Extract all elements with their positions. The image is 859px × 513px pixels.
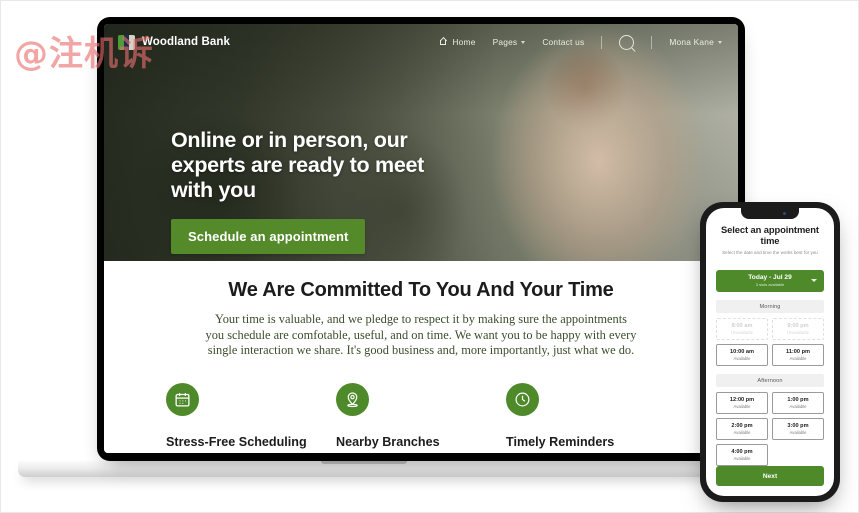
time-slot[interactable]: 2:00 pm Available (716, 418, 768, 441)
time-slot-status: Available (733, 455, 751, 461)
time-slot[interactable]: 10:00 am Available (716, 344, 768, 367)
nav-item-pages[interactable]: Pages (493, 37, 526, 47)
phone-device: Select an appointment time Select the da… (700, 202, 840, 502)
camera-dot-icon (783, 212, 786, 215)
time-slot[interactable]: 8:00 am Unavailable (716, 318, 768, 341)
screenshot-canvas: Woodland Bank Home Pages Contact us Mona… (0, 0, 859, 513)
feature-card: Stress-Free Scheduling Our online schedu… (166, 382, 336, 454)
time-slot-time: 11:00 pm (786, 348, 810, 355)
nav-item-home[interactable]: Home (440, 37, 475, 47)
hero-section: Woodland Bank Home Pages Contact us Mona… (104, 24, 738, 261)
appointment-picker: Select an appointment time Select the da… (706, 208, 834, 496)
date-selector-slots: 3 slots available (755, 282, 785, 287)
time-slot[interactable]: 11:00 pm Available (772, 344, 824, 367)
clock-icon (506, 382, 539, 416)
time-slot-time: 9:00 pm (787, 322, 809, 329)
group-heading-morning: Morning (716, 300, 824, 314)
slot-grid-morning: 8:00 am Unavailable 9:00 pm Unavailable … (716, 318, 824, 367)
picker-title: Select an appointment time (721, 224, 819, 246)
account-name: Mona Kane (669, 37, 714, 47)
phone-notch (741, 208, 799, 219)
laptop-screen: Woodland Bank Home Pages Contact us Mona… (104, 24, 738, 453)
schedule-appointment-button[interactable]: Schedule an appointment (171, 219, 366, 254)
phone-screen: Select an appointment time Select the da… (706, 208, 834, 496)
picker-subtitle: Select the date and time the works best … (722, 250, 818, 255)
nav-links: Home Pages Contact us Mona Kane (440, 34, 722, 50)
feature-title: Timely Reminders (506, 434, 615, 449)
time-slot[interactable]: 1:00 pm Available (772, 392, 824, 415)
group-heading-afternoon: Afternoon (716, 374, 824, 388)
search-icon[interactable] (619, 34, 635, 50)
time-slot-time: 4:00 pm (731, 448, 753, 455)
time-slot[interactable]: 9:00 pm Unavailable (772, 318, 824, 341)
section-title: We Are Committed To You And Your Time (228, 279, 614, 301)
feature-title: Nearby Branches (336, 434, 440, 449)
time-slot-status: Available (789, 429, 807, 435)
time-slot[interactable]: 12:00 pm Available (716, 392, 768, 415)
time-slot-time: 3:00 pm (787, 422, 809, 429)
nav-item-home-label: Home (452, 37, 476, 47)
chevron-down-icon (718, 41, 722, 44)
nav-item-contact-us-label: Contact us (542, 37, 585, 47)
nav-item-contact-us[interactable]: Contact us (542, 37, 584, 47)
time-slot[interactable]: 4:00 pm Available (716, 444, 768, 467)
laptop-base (18, 461, 710, 477)
date-selector-label: Today - Jul 29 (748, 274, 792, 281)
time-slot[interactable]: 3:00 pm Available (772, 418, 824, 441)
feature-card: Timely Reminders Our automated confirmat… (506, 382, 676, 454)
home-icon (440, 38, 448, 46)
time-slot-status: Unavailable (787, 329, 809, 335)
date-selector[interactable]: Today - Jul 29 3 slots available (716, 270, 824, 292)
next-button[interactable]: Next (716, 466, 824, 487)
feature-title: Stress-Free Scheduling (166, 434, 307, 449)
slot-grid-afternoon: 12:00 pm Available 1:00 pm Available 2:0… (716, 392, 824, 467)
time-slot-status: Available (733, 403, 751, 409)
site-navbar: Woodland Bank Home Pages Contact us Mona… (104, 24, 738, 60)
time-slot-time: 12:00 pm (729, 396, 755, 403)
chevron-down-icon (521, 41, 526, 44)
time-slot-status: Available (733, 429, 751, 435)
watermark: @注机诉 (14, 34, 154, 74)
feature-card: Nearby Branches We make it easy to choos… (336, 382, 506, 454)
time-slot-time: 2:00 pm (731, 422, 753, 429)
hero-copy: Online or in person, our experts are rea… (171, 128, 461, 254)
chevron-down-icon (811, 279, 817, 282)
laptop-device: Woodland Bank Home Pages Contact us Mona… (97, 17, 745, 461)
nav-divider (601, 35, 603, 49)
features-row: Stress-Free Scheduling Our online schedu… (104, 382, 738, 454)
nav-item-pages-label: Pages (492, 37, 518, 47)
hero-title: Online or in person, our experts are rea… (171, 128, 425, 202)
time-slot-status: Available (789, 403, 807, 409)
brand-name: Woodland Bank (142, 36, 230, 48)
time-slot-status: Unavailable (731, 329, 753, 335)
time-slot-status: Available (733, 355, 751, 361)
nav-divider (651, 35, 653, 49)
calendar-icon (166, 382, 199, 416)
location-pin-icon (336, 382, 369, 416)
time-slot-time: 10:00 am (730, 348, 754, 355)
time-slot-time: 1:00 pm (787, 396, 809, 403)
time-slot-status: Available (789, 355, 807, 361)
section-body: Your time is valuable, and we pledge to … (205, 312, 637, 357)
time-slot-time: 8:00 am (731, 322, 753, 329)
account-menu[interactable]: Mona Kane (669, 37, 722, 47)
content-section: We Are Committed To You And Your Time Yo… (104, 261, 738, 453)
